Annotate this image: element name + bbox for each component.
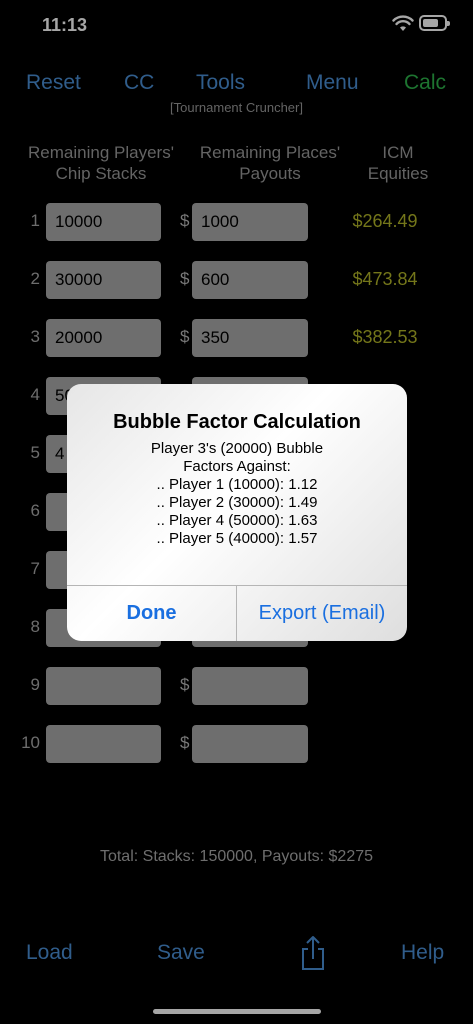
alert-message-line: Player 3's (20000) Bubble (150, 440, 324, 457)
alert-message-line: Factors Against: (183, 458, 291, 475)
alert-title: Bubble Factor Calculation (113, 411, 361, 433)
alert-message-line: .. Player 1 (10000): 1.12 (156, 476, 318, 493)
alert-message-line: .. Player 5 (40000): 1.57 (156, 530, 318, 547)
bubble-factor-alert: Bubble Factor Calculation Player 3's (20… (67, 384, 407, 641)
alert-message-line: .. Player 2 (30000): 1.49 (156, 494, 318, 511)
alert-message: Player 3's (20000) Bubble Factors Agains… (67, 440, 407, 548)
export-email-button[interactable]: Export (Email) (237, 585, 407, 641)
done-button[interactable]: Done (67, 585, 236, 641)
alert-message-line: .. Player 4 (50000): 1.63 (156, 512, 318, 529)
